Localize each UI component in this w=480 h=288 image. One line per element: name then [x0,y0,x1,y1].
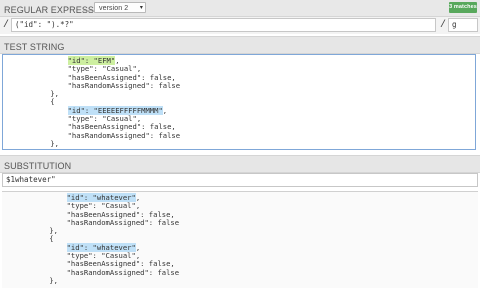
test-string-text: "id": "EFM", "type": "Casual", "hasBeenA… [7,56,180,148]
test-string-editor[interactable]: "id": "EFM", "type": "Casual", "hasBeenA… [2,54,476,150]
regex-open-delimiter: / [3,20,10,31]
chevron-down-icon: ▾ [139,5,143,11]
test-string-line: }, [7,138,59,148]
regex-section-header: REGULAR EXPRESSION — version 2 ▾ 3 match… [0,0,480,17]
substitution-input-row: $1whatever" [0,172,480,189]
regex-pattern-input[interactable]: ("id": ").*?" [11,18,436,32]
regex-input-row: / ("id": ").*?" / g [0,17,480,34]
regex-close-delimiter: / [440,20,447,31]
substitution-result-text: "id": "whatever", "type": "Casual", "has… [6,193,179,285]
substitution-result: "id": "whatever", "type": "Casual", "has… [2,191,478,288]
substitution-result-line: }, [6,275,58,285]
flavor-separator: — [83,5,93,15]
substitution-section-header: SUBSTITUTION [0,155,480,173]
flavor-select[interactable]: version 2 ▾ [94,2,146,13]
regex-flags-input[interactable]: g [448,18,478,32]
match-count-badge: 3 matches [449,2,477,13]
substitution-section-title: SUBSTITUTION [4,161,72,171]
substitution-input[interactable]: $1whatever" [2,173,478,187]
test-string-section-title: TEST STRING [4,42,65,52]
flavor-select-value: version 2 [99,5,129,12]
test-string-section-header: TEST STRING [0,36,480,54]
